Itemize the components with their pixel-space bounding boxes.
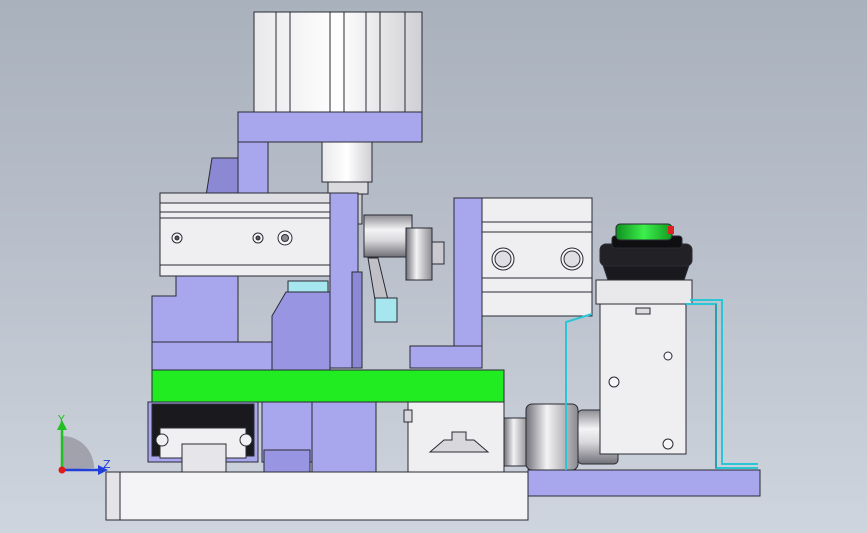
left-slide-guide[interactable] [159,192,331,277]
top-cylinder[interactable] [253,11,423,113]
cad-viewport[interactable]: Y Z [0,0,867,533]
push-button[interactable] [595,223,693,305]
assembly-drawing [57,11,761,521]
valve-body[interactable] [599,303,687,455]
lower-lavender-blocks [261,401,377,473]
center-column[interactable] [329,192,363,369]
z-axis-label: Z [103,458,111,471]
axis-triad [57,420,108,475]
triad-quarter-disc [62,436,94,470]
upper-bracket[interactable] [205,111,423,198]
right-housing[interactable] [403,401,505,473]
x-axis-dot-icon [58,466,66,474]
base-plate[interactable] [105,469,761,521]
green-plate[interactable] [151,369,505,403]
linear-carriage[interactable] [147,401,259,475]
y-axis-label: Y [58,413,65,426]
gripper-arm[interactable] [363,214,445,307]
right-bracket[interactable] [409,197,593,369]
